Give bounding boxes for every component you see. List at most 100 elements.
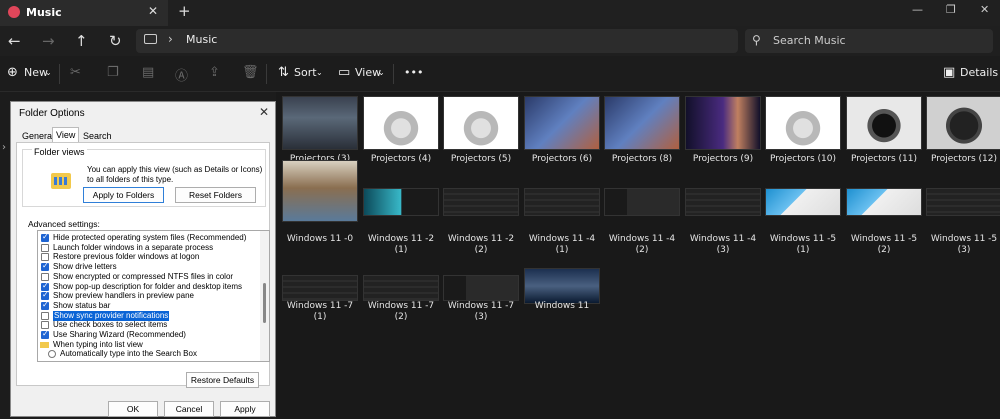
file-item[interactable]: Projectors (6) — [522, 94, 602, 176]
setting-label: Show preview handlers in preview pane — [53, 291, 194, 301]
setting-label: Restore previous folder windows at logon — [53, 252, 200, 262]
file-item[interactable]: Windows 11 -4 (3) — [683, 174, 763, 256]
setting-checkbox[interactable] — [41, 243, 49, 252]
restore-defaults-button[interactable]: Restore Defaults — [186, 372, 259, 388]
setting-checkbox[interactable] — [41, 300, 49, 310]
folder-views-description: You can apply this view (such as Details… — [87, 165, 263, 184]
new-chevron-icon[interactable]: ⌄ — [45, 68, 52, 77]
divider — [59, 64, 60, 84]
setting-checkbox[interactable] — [41, 311, 49, 320]
minimize-button[interactable]: — — [912, 3, 923, 16]
file-item[interactable]: Projectors (8) — [602, 94, 682, 176]
search-input[interactable]: ⚲ Search Music — [745, 29, 993, 53]
ok-button[interactable]: OK — [108, 401, 158, 417]
setting-row[interactable]: Show status bar — [38, 300, 256, 311]
file-item[interactable]: Projectors (5) — [441, 94, 521, 176]
more-options-button[interactable]: ••• — [404, 66, 423, 79]
file-item[interactable]: Projectors (10) — [763, 94, 843, 176]
divider — [266, 64, 267, 84]
reset-folders-button[interactable]: Reset Folders — [175, 187, 256, 203]
file-item[interactable]: Projectors (9) — [683, 94, 763, 176]
file-name: Windows 11 -2 (1) — [367, 234, 435, 255]
file-item[interactable]: Windows 11 -2 (2) — [441, 174, 521, 256]
setting-row[interactable]: Show preview handlers in preview pane — [38, 290, 256, 301]
file-item[interactable]: Windows 11 — [522, 268, 602, 353]
setting-row[interactable]: Use check boxes to select items — [38, 320, 256, 330]
title-bar: Music ✕ + — ❐ ✕ — [0, 0, 1000, 26]
setting-row[interactable]: When typing into list view — [38, 340, 256, 350]
setting-row[interactable]: Launch folder windows in a separate proc… — [38, 243, 256, 253]
file-item[interactable]: Windows 11 -4 (1) — [522, 174, 602, 256]
dialog-close-button[interactable]: ✕ — [259, 105, 269, 119]
file-item[interactable]: Windows 11 -0 — [280, 160, 360, 256]
setting-row[interactable]: Hide protected operating system files (R… — [38, 232, 256, 243]
forward-button[interactable]: → — [42, 32, 55, 50]
file-name: Windows 11 -7 (2) — [367, 301, 435, 322]
breadcrumb-chevron-icon[interactable]: › — [168, 32, 173, 46]
scrollbar-thumb[interactable] — [263, 283, 266, 323]
setting-row[interactable]: Show encrypted or compressed NTFS files … — [38, 272, 256, 282]
details-pane-icon: ▣ — [943, 65, 956, 80]
setting-row[interactable]: Show pop-up description for folder and d… — [38, 281, 256, 292]
advanced-settings-list[interactable]: Hide protected operating system files (R… — [37, 230, 270, 362]
search-icon: ⚲ — [752, 33, 761, 47]
file-item[interactable]: Windows 11 -2 (1) — [361, 174, 441, 256]
setting-checkbox[interactable] — [41, 232, 49, 242]
file-name: Windows 11 -5 (1) — [769, 234, 837, 255]
file-item[interactable]: Projectors (11) — [844, 94, 924, 176]
file-item[interactable]: Windows 11 -5 (1) — [763, 174, 843, 256]
maximize-button[interactable]: ❐ — [946, 3, 956, 16]
setting-checkbox[interactable] — [41, 329, 49, 339]
file-thumbnail — [765, 96, 841, 150]
file-name: Windows 11 — [534, 301, 590, 311]
expand-chevron-icon[interactable]: › — [2, 142, 6, 153]
file-item[interactable]: Windows 11 -5 (3) — [924, 174, 1000, 256]
setting-row[interactable]: Show drive letters — [38, 261, 256, 272]
file-name: Windows 11 -2 (2) — [447, 234, 515, 255]
close-window-button[interactable]: ✕ — [980, 3, 989, 16]
file-name: Projectors (10) — [769, 154, 837, 164]
setting-row[interactable]: Show sync provider notifications — [38, 310, 256, 321]
setting-row[interactable]: Use Sharing Wizard (Recommended) — [38, 329, 256, 340]
tab-music[interactable]: Music ✕ — [0, 0, 168, 26]
breadcrumb-music[interactable]: Music — [186, 33, 217, 46]
apply-button[interactable]: Apply — [220, 401, 270, 417]
share-icon[interactable]: ⇪ — [209, 65, 220, 80]
cut-icon[interactable]: ✂ — [70, 65, 81, 80]
close-tab-icon[interactable]: ✕ — [148, 4, 158, 18]
file-item[interactable]: Windows 11 -7 (1) — [280, 271, 360, 353]
file-thumbnail — [363, 188, 439, 216]
file-item[interactable]: Projectors (12) — [924, 94, 1000, 176]
copy-icon[interactable]: ❐ — [107, 65, 119, 80]
file-item[interactable]: Projectors (4) — [361, 94, 441, 176]
settings-scrollbar[interactable] — [260, 231, 269, 361]
apply-to-folders-button[interactable]: Apply to Folders — [83, 187, 164, 203]
refresh-button[interactable]: ↻ — [109, 32, 122, 50]
file-thumbnail — [524, 96, 600, 150]
file-thumbnail — [846, 96, 922, 150]
sort-button[interactable]: Sort — [294, 66, 317, 79]
sort-chevron-icon[interactable]: ⌄ — [316, 68, 323, 77]
view-chevron-icon[interactable]: ⌄ — [378, 68, 385, 77]
delete-icon[interactable]: 🗑 — [242, 65, 259, 80]
setting-row[interactable]: Restore previous folder windows at logon — [38, 252, 256, 262]
new-tab-button[interactable]: + — [178, 2, 191, 20]
paste-icon[interactable]: ▤ — [142, 65, 154, 80]
setting-checkbox[interactable] — [41, 261, 49, 272]
details-button[interactable]: Details — [960, 66, 998, 79]
file-item[interactable]: Windows 11 -5 (2) — [844, 174, 924, 256]
rename-icon[interactable]: Ⓐ — [175, 65, 188, 84]
search-placeholder: Search Music — [773, 34, 846, 47]
tab-search[interactable]: Search — [80, 129, 115, 143]
tab-view[interactable]: View — [52, 127, 80, 143]
address-bar[interactable]: › Music — [136, 29, 738, 53]
up-button[interactable]: ↑ — [75, 32, 88, 50]
setting-radio[interactable] — [48, 350, 56, 359]
file-item[interactable]: Windows 11 -7 (3) — [441, 271, 521, 353]
file-item[interactable]: Windows 11 -7 (2) — [361, 271, 441, 353]
cancel-button[interactable]: Cancel — [164, 401, 214, 417]
file-thumbnail — [443, 96, 519, 150]
back-button[interactable]: ← — [8, 32, 21, 50]
setting-row[interactable]: Automatically type into the Search Box — [38, 349, 256, 359]
file-item[interactable]: Windows 11 -4 (2) — [602, 174, 682, 256]
